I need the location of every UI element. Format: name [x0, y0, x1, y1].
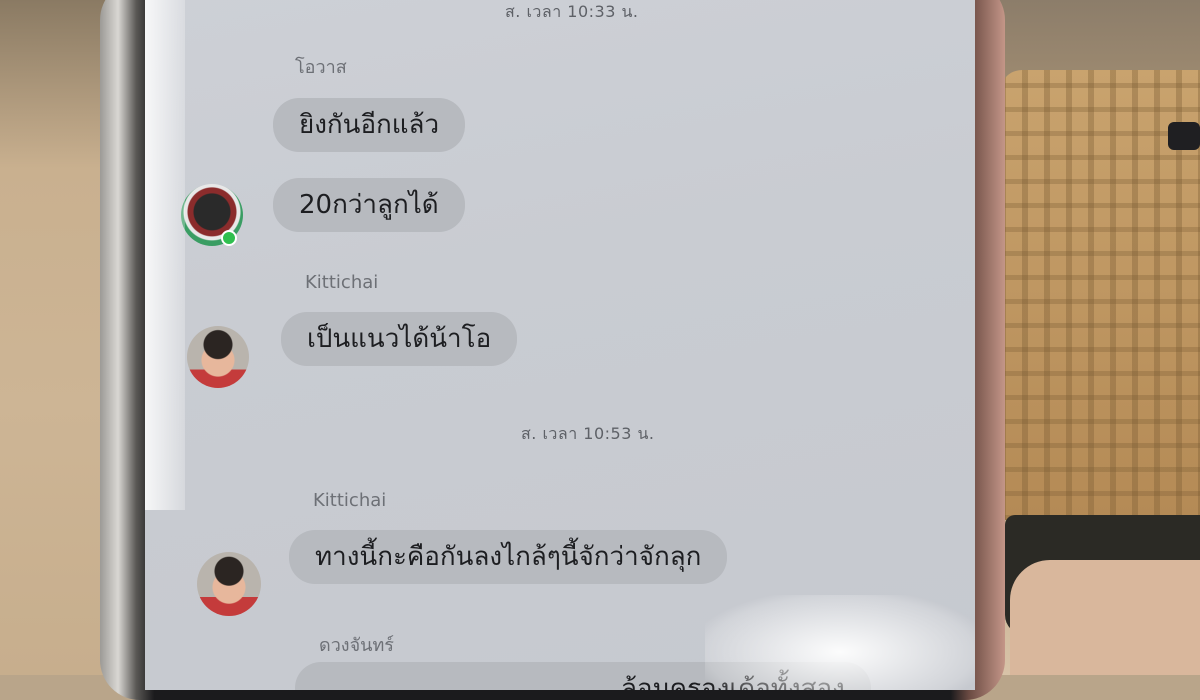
- chat-screen: ส. เวลา 10:33 น. โอวาส ยิงกันอีกแล้ว 20ก…: [145, 0, 975, 690]
- screen-glare: [145, 0, 185, 510]
- sender-name: โอวาส: [295, 57, 347, 78]
- screen-glare: [705, 595, 975, 690]
- remote-control: [1168, 122, 1200, 150]
- message-bubble[interactable]: ทางนี้กะคือกันลงไกล้ๆนี้จักว่าจักลุก: [289, 530, 728, 584]
- timestamp: ส. เวลา 10:33 น.: [505, 2, 639, 21]
- sender-name: Kittichai: [313, 490, 387, 511]
- sender-name: Kittichai: [305, 272, 379, 293]
- person-avatar-icon[interactable]: [197, 552, 261, 616]
- message-bubble[interactable]: ยิงกันอีกแล้ว: [273, 98, 466, 152]
- online-status-icon: [221, 230, 237, 246]
- person-avatar-icon[interactable]: [187, 326, 249, 388]
- timestamp: ส. เวลา 10:53 น.: [521, 424, 655, 443]
- message-bubble[interactable]: 20กว่าลูกได้: [273, 178, 465, 232]
- sender-name: ดวงจันทร์: [319, 635, 394, 656]
- hand: [1010, 560, 1200, 675]
- message-bubble[interactable]: เป็นแนวได้น้าโอ: [281, 312, 518, 366]
